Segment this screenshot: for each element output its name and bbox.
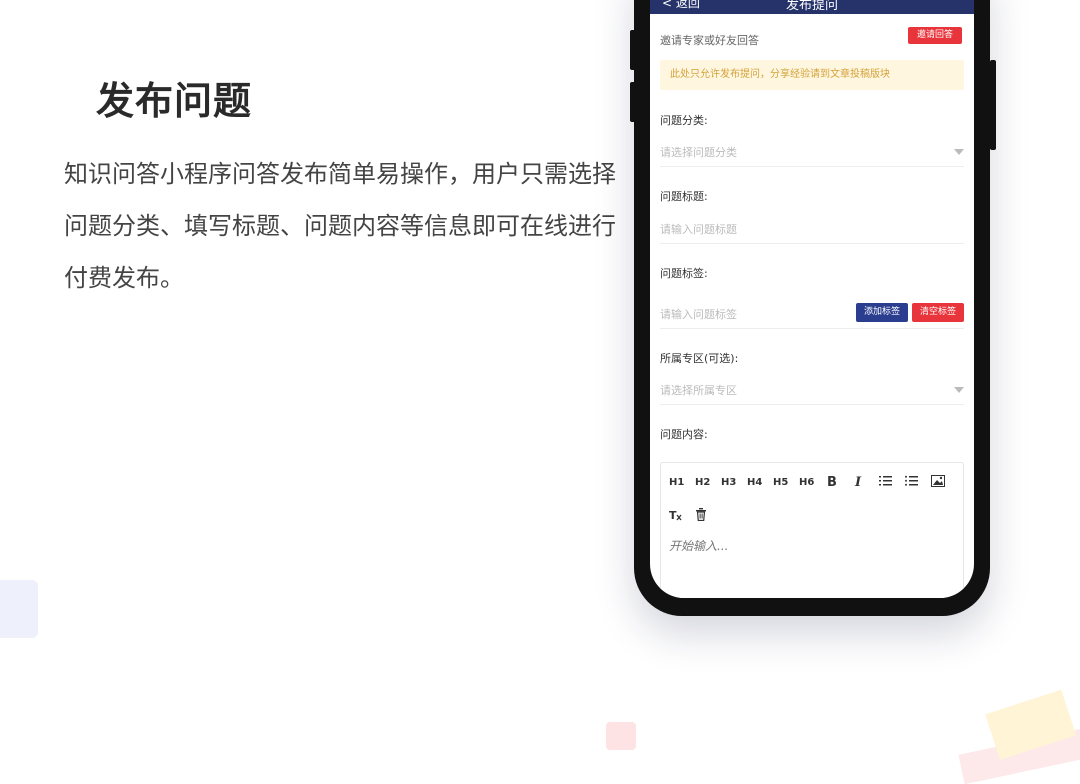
decor-block-red — [606, 722, 636, 750]
hero-title: 发布问题 — [96, 79, 253, 123]
italic-button[interactable]: I — [855, 475, 861, 490]
zone-select[interactable]: 请选择所属专区 — [660, 382, 737, 398]
heading-2-button[interactable]: H2 — [695, 477, 710, 488]
decor-block-left — [0, 580, 38, 638]
phone-volume-button — [630, 82, 636, 122]
divider — [660, 166, 964, 167]
heading-4-button[interactable]: H4 — [747, 477, 762, 488]
invite-button[interactable]: 邀请回答 — [908, 27, 962, 44]
editor-input[interactable]: 开始输入... — [669, 537, 728, 554]
zone-label: 所属专区(可选): — [660, 352, 739, 365]
phone-mockup: < 返回 发布提问 邀请专家或好友回答 邀请回答 此处只允许发布提问，分享经验请… — [630, 0, 996, 616]
add-tag-button[interactable]: 添加标签 — [856, 303, 908, 322]
dropdown-arrow-icon[interactable] — [954, 149, 964, 155]
tags-label: 问题标签: — [660, 267, 708, 280]
category-label: 问题分类: — [660, 114, 708, 127]
content-label: 问题内容: — [660, 428, 708, 441]
invite-label: 邀请专家或好友回答 — [660, 34, 759, 47]
heading-5-button[interactable]: H5 — [773, 477, 788, 488]
bullet-list-icon[interactable] — [905, 475, 918, 490]
phone-volume-button — [630, 30, 636, 70]
divider — [660, 243, 964, 244]
ordered-list-icon[interactable] — [879, 475, 892, 490]
phone-side-button — [990, 60, 996, 150]
trash-icon[interactable] — [695, 508, 707, 524]
invite-row: 邀请专家或好友回答 邀请回答 — [650, 14, 974, 52]
app-title: 发布提问 — [785, 0, 838, 13]
notice-banner: 此处只允许发布提问，分享经验请到文章投稿版块 — [660, 60, 964, 90]
heading-1-button[interactable]: H1 — [669, 477, 684, 488]
image-icon[interactable] — [931, 475, 945, 490]
phone-screen: < 返回 发布提问 邀请专家或好友回答 邀请回答 此处只允许发布提问，分享经验请… — [650, 0, 974, 598]
clear-tags-button[interactable]: 清空标签 — [912, 303, 964, 322]
divider — [660, 328, 964, 329]
svg-text:T: T — [669, 509, 677, 521]
rich-text-editor[interactable]: H1 H2 H3 H4 H5 H6 B I T 开始输入... — [660, 462, 964, 598]
divider — [660, 404, 964, 405]
title-label: 问题标题: — [660, 190, 708, 203]
tags-input[interactable]: 请输入问题标签 — [660, 306, 737, 322]
hero-description: 知识问答小程序问答发布简单易操作，用户只需选择问题分类、填写标题、问题内容等信息… — [64, 160, 616, 292]
app-topbar: < 返回 发布提问 — [650, 0, 974, 14]
category-select[interactable]: 请选择问题分类 — [660, 144, 737, 160]
bold-button[interactable]: B — [827, 475, 837, 490]
question-form: 问题分类: 请选择问题分类 问题标题: 请输入问题标题 问题标签: 请输入问题标… — [650, 90, 974, 510]
title-input[interactable]: 请输入问题标题 — [660, 221, 737, 237]
clear-format-icon[interactable]: T — [669, 509, 683, 524]
heading-3-button[interactable]: H3 — [721, 477, 736, 488]
dropdown-arrow-icon[interactable] — [954, 387, 964, 393]
heading-6-button[interactable]: H6 — [799, 477, 814, 488]
